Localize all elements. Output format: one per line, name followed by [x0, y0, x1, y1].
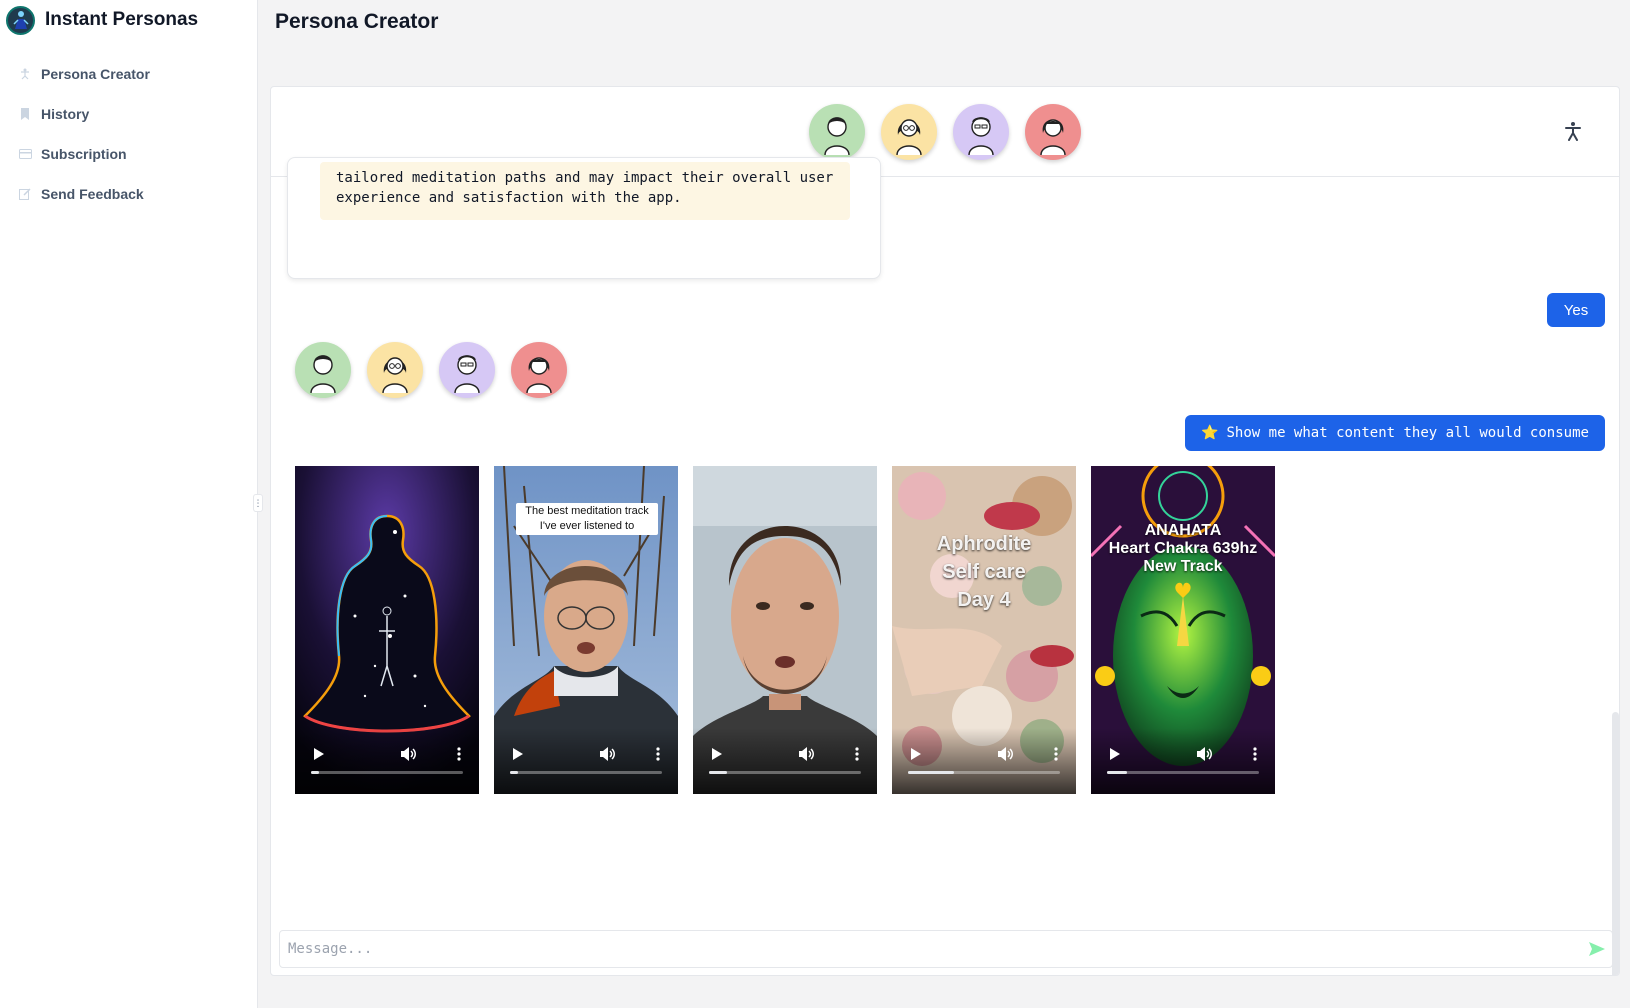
avatar[interactable] [881, 103, 937, 160]
person-globe-icon [6, 5, 35, 35]
volume-icon[interactable] [399, 744, 419, 764]
video-player[interactable]: Aphrodite Self care Day 4 [892, 466, 1076, 794]
more-options-icon[interactable] [1245, 744, 1265, 764]
video-controls [693, 728, 877, 794]
play-icon[interactable] [1105, 744, 1125, 764]
person-icon [18, 67, 32, 81]
play-icon[interactable] [906, 744, 926, 764]
avatar[interactable] [809, 103, 865, 160]
video-overlay-text: ANAHATA Heart Chakra 639hz New Track [1108, 522, 1258, 575]
video-progress-fill [1107, 771, 1127, 774]
persona-response-row [295, 342, 567, 398]
video-controls [494, 728, 678, 794]
avatar[interactable] [367, 342, 423, 398]
avatar[interactable] [953, 103, 1009, 160]
sidebar-item-label: Send Feedback [41, 186, 144, 202]
video-player[interactable]: ANAHATA Heart Chakra 639hz New Track [1091, 466, 1275, 794]
user-message-show-content[interactable]: ⭐ Show me what content they all would co… [1185, 415, 1605, 451]
video-progress-fill [510, 771, 518, 774]
sidebar-item-label: Subscription [41, 146, 127, 162]
message-composer [279, 930, 1613, 968]
credit-card-icon [18, 147, 32, 161]
accessibility-icon[interactable] [1561, 119, 1585, 143]
video-controls [295, 728, 479, 794]
video-player[interactable]: The best meditation track I've ever list… [494, 466, 678, 794]
message-input[interactable] [280, 931, 1582, 967]
more-options-icon[interactable] [449, 744, 469, 764]
video-progress-bar[interactable] [1107, 771, 1259, 774]
sidebar-item-label: Persona Creator [41, 66, 150, 82]
chat-panel: tailored meditation paths and may impact… [270, 86, 1620, 976]
persona-avatar-row [809, 103, 1081, 160]
more-options-icon[interactable] [847, 744, 867, 764]
bookmark-icon [18, 107, 32, 121]
user-message-yes[interactable]: Yes [1547, 293, 1605, 327]
star-icon: ⭐ [1201, 425, 1219, 441]
sidebar-item-send-feedback[interactable]: Send Feedback [0, 174, 257, 214]
send-icon[interactable] [1582, 934, 1612, 964]
video-progress-bar[interactable] [510, 771, 662, 774]
brand[interactable]: Instant Personas [0, 0, 257, 40]
video-overlay-text: Aphrodite Self care Day 4 [936, 533, 1032, 611]
sidebar-resize-handle[interactable]: ⋮ [253, 494, 263, 512]
video-progress-fill [908, 771, 954, 774]
video-caption: The best meditation track I've ever list… [516, 503, 658, 535]
assistant-message-snippet: tailored meditation paths and may impact… [320, 162, 850, 220]
video-controls [892, 728, 1076, 794]
sidebar-item-persona-creator[interactable]: Persona Creator [0, 54, 257, 94]
more-options-icon[interactable] [648, 744, 668, 764]
video-player[interactable] [295, 466, 479, 794]
video-progress-fill [311, 771, 319, 774]
avatar[interactable] [439, 342, 495, 398]
avatar[interactable] [295, 342, 351, 398]
page-title: Persona Creator [275, 10, 439, 33]
brand-name: Instant Personas [45, 9, 199, 30]
sidebar-item-label: History [41, 106, 90, 122]
sidebar-item-history[interactable]: History [0, 94, 257, 134]
sidebar-nav: Persona Creator History Subscription Sen… [0, 54, 257, 214]
video-progress-fill [709, 771, 728, 774]
video-progress-bar[interactable] [311, 771, 463, 774]
play-icon[interactable] [309, 744, 329, 764]
user-message-text: Show me what content they all would cons… [1226, 425, 1589, 441]
sidebar-item-subscription[interactable]: Subscription [0, 134, 257, 174]
chat-scrollbar[interactable] [1612, 712, 1619, 975]
play-icon[interactable] [508, 744, 528, 764]
video-progress-bar[interactable] [908, 771, 1060, 774]
volume-icon[interactable] [1195, 744, 1215, 764]
video-progress-bar[interactable] [709, 771, 861, 774]
avatar[interactable] [511, 342, 567, 398]
volume-icon[interactable] [598, 744, 618, 764]
edit-icon [18, 187, 32, 201]
video-player[interactable] [693, 466, 877, 794]
play-icon[interactable] [707, 744, 727, 764]
volume-icon[interactable] [797, 744, 817, 764]
video-controls [1091, 728, 1275, 794]
assistant-message-card: tailored meditation paths and may impact… [287, 157, 881, 279]
more-options-icon[interactable] [1046, 744, 1066, 764]
volume-icon[interactable] [996, 744, 1016, 764]
video-gallery: The best meditation track I've ever list… [295, 466, 1275, 794]
avatar[interactable] [1025, 103, 1081, 160]
chat-scroll-area[interactable]: tailored meditation paths and may impact… [271, 157, 1619, 975]
sidebar: Instant Personas Persona Creator History… [0, 0, 258, 1008]
